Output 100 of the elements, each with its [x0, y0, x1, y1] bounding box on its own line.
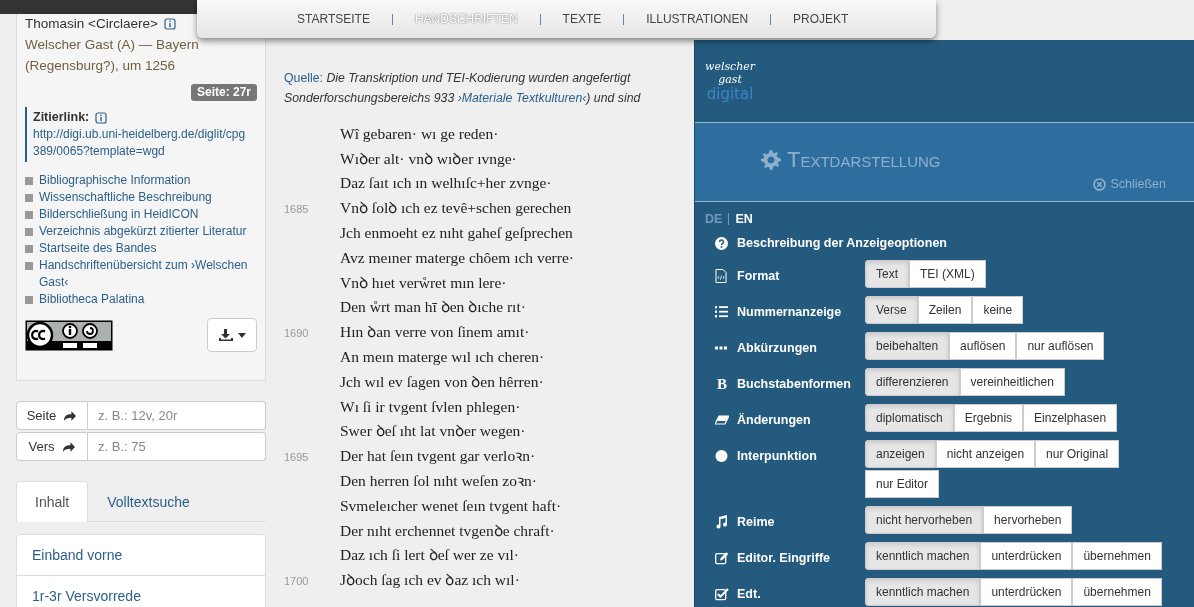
eraser-icon [715, 413, 729, 427]
nav-link[interactable]: PROJEKT [771, 12, 871, 26]
sidebar-link[interactable]: Verzeichnis abgekürzt zitierter Literatur [39, 223, 247, 240]
download-button[interactable] [207, 318, 257, 352]
sidebar-link[interactable]: Bibliotheca Palatina [39, 291, 145, 308]
option-button[interactable]: TEI (XML) [909, 260, 986, 288]
verse-number: 1685 [284, 201, 310, 217]
option-button[interactable]: differenzieren [865, 368, 960, 396]
page-badge: Seite: 27r [190, 84, 257, 101]
nav-link[interactable]: HANDSCHRIFTEN [392, 12, 540, 26]
option-button[interactable]: übernehmen [1072, 578, 1162, 606]
sidebar-link[interactable]: Bibliographische Information [39, 172, 191, 189]
verse-line: An meın materge wıl ıch cheren· [340, 347, 546, 368]
contents-item[interactable]: Einband vorne [17, 535, 265, 576]
contents-item[interactable]: 1r-3r Versvorrede [17, 576, 265, 607]
option-label: Änderungen [737, 413, 811, 427]
numbered-list-icon [715, 305, 729, 319]
option-button[interactable]: Verse [865, 296, 918, 324]
info-icon [95, 111, 108, 124]
music-note-icon [715, 515, 729, 529]
option-button[interactable]: unterdrücken [980, 542, 1073, 570]
verse-line: Der hat ſeın tvgent gar verloꝛn· [340, 445, 537, 466]
nav-link[interactable]: ILLUSTRATIONEN [624, 12, 771, 26]
sidebar-link[interactable]: Wissenschaftliche Beschreibung [39, 189, 212, 206]
author-name: Thomasin <Circlaere> [25, 15, 158, 33]
source-text: ) und sind [586, 91, 641, 105]
verse-line: Jꝺoch ſag ıch ev ꝺaz ıch wıl· [340, 569, 521, 590]
manuscript-title: Welscher Gast (A) — Bayern (Regensburg?), um 1256 [25, 36, 200, 75]
help-link[interactable]: Beschreibung der Anzeigeoptionen [737, 236, 947, 250]
verse-line: Daz ıch ſi lert ꝺeſ wer ze vıl· [340, 545, 520, 566]
option-button[interactable]: Text [865, 260, 909, 288]
source-text: Die Transkription und TEI-Kodierung wurden angefertigt [326, 71, 631, 85]
option-button[interactable]: diplomatisch [865, 404, 954, 432]
verse-line: Wıꝺer alt· vnꝺ wıꝺer ıvnge· [340, 148, 518, 169]
verse-number: 1690 [284, 325, 310, 341]
option-label: Reime [737, 515, 775, 529]
verse-line: Swer ꝺeſ ıht lat vnꝺer wegen· [340, 421, 527, 442]
verse-line: Jch enmoeht ez nıht gaheſ geſprechen [340, 223, 574, 244]
option-label: Edt. [737, 587, 761, 601]
sidebar-link[interactable]: Bilderschließung in HeidICON [39, 206, 199, 223]
edit-icon [715, 551, 729, 565]
bullet-icon [25, 262, 33, 270]
option-button[interactable]: hervorheben [983, 506, 1073, 534]
bullet-icon [25, 228, 33, 236]
option-button[interactable]: vereinheitlichen [959, 368, 1065, 396]
option-button[interactable]: übernehmen [1072, 542, 1162, 570]
option-button[interactable]: keine [972, 296, 1024, 324]
option-button[interactable]: kenntlich machen [865, 578, 981, 606]
tab[interactable]: Inhalt [16, 481, 89, 522]
site-logo[interactable]: welscher gast digital [705, 60, 756, 102]
option-button[interactable]: kenntlich machen [865, 542, 981, 570]
language-link[interactable]: EN [735, 212, 753, 226]
option-label: Interpunktion [737, 449, 817, 463]
go-button[interactable]: Vers [16, 432, 88, 461]
option-button[interactable]: beibehalten [865, 332, 950, 360]
option-button[interactable]: Einzelphasen [1023, 404, 1118, 432]
option-button[interactable]: nicht anzeigen [935, 440, 1036, 468]
verse-line: Jch wıl ev ſagen von ꝺen hêrren· [340, 371, 545, 392]
citation-link[interactable]: http://digi.ub.uni-heidelberg.de/diglit/cpg389/0065?template=wgd [33, 126, 251, 160]
close-icon [1093, 177, 1107, 191]
input-field[interactable]: z. B.: 75 [88, 432, 266, 461]
caret-icon [237, 332, 246, 338]
citation-label: Zitierlink: [33, 109, 90, 126]
share-arrow-icon [61, 440, 76, 453]
nav-link[interactable]: STARTSEITE [297, 12, 392, 26]
option-button[interactable]: auflösen [949, 332, 1017, 360]
bullet-icon [25, 211, 33, 219]
checkbox-icon [715, 587, 729, 601]
verse-line: Vnꝺ ſolꝺ ıch ez tevê+schen gerechen [340, 197, 573, 218]
option-label: Buchstabenformen [737, 377, 851, 391]
option-button[interactable]: nicht hervorheben [865, 506, 984, 534]
verse-number: 1700 [284, 573, 310, 589]
bold-icon: B [717, 375, 727, 393]
verse-line: Vnꝺ hıet verẘret mın lere· [340, 272, 508, 293]
option-button[interactable]: unterdrücken [980, 578, 1073, 606]
verse-line: Svmeleıcher wenet ſeın tvgent haft· [340, 495, 563, 516]
verse-line: Daz ſaıt ıch ın welhıſc+her zvnge· [340, 173, 553, 194]
sidebar-link[interactable]: Startseite des Bandes [39, 240, 157, 257]
file-code-icon [715, 269, 729, 283]
source-text: Sonderforschungsbereichs 933 [284, 91, 456, 105]
option-button[interactable]: nur auflösen [1016, 332, 1105, 360]
sidebar-link[interactable]: Handschriftenübersicht zum ›Welschen Gast‹ [39, 257, 257, 291]
option-button[interactable]: Zeilen [917, 296, 973, 324]
go-button[interactable]: Seite [16, 401, 88, 430]
input-field[interactable]: z. B.: 12v, 20r [88, 401, 266, 430]
source-link[interactable]: Quelle: [284, 71, 323, 85]
bullet-icon [25, 296, 33, 304]
tab[interactable]: Volltextsuche [88, 481, 209, 521]
bullet-icon [25, 194, 33, 202]
settings-icon [761, 150, 781, 170]
option-label: Abkürzungen [737, 341, 817, 355]
option-button[interactable]: nur Editor [865, 470, 940, 498]
nav-link[interactable]: TEXTE [540, 12, 624, 26]
option-button[interactable]: nur Original [1035, 440, 1120, 468]
info-icon [163, 18, 176, 30]
verse-line: Avz meıner materge chôem ıch verre· [340, 247, 574, 268]
verse-line: Der nıht erchennet tvgenꝺe chraft· [340, 520, 556, 541]
option-button[interactable]: Ergebnis [953, 404, 1024, 432]
option-button[interactable]: anzeigen [865, 440, 936, 468]
option-label: Nummernanzeige [737, 305, 842, 319]
